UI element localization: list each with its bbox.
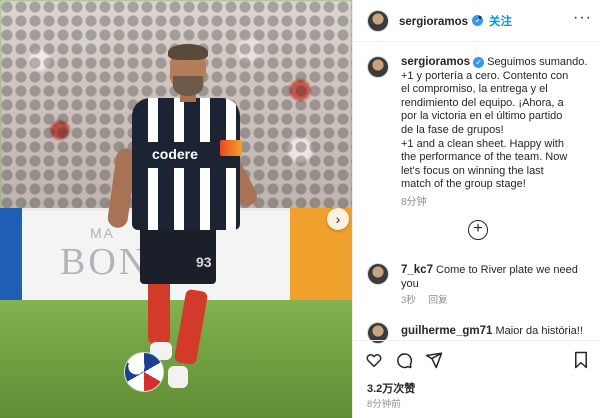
caption-line: let's focus on winning the last — [401, 164, 544, 177]
caption-line: por la victoria en el último partido — [401, 110, 563, 123]
comment-text: you — [401, 277, 419, 290]
captain-armband — [220, 140, 242, 156]
comment-text: Come to River plate we need — [436, 264, 578, 276]
caption-line: the performance of the team. Now — [401, 151, 568, 164]
post-panel: sergioramos ✓ • 关注 ··· sergioramos ✓ Seg… — [352, 0, 600, 418]
post-image[interactable]: MA BONNY 93 codere › — [0, 0, 352, 418]
comment-username[interactable]: 7_kc7 — [401, 264, 433, 276]
caption-username[interactable]: sergioramos — [401, 56, 470, 68]
comment: 7_kc7 Come to River plate we need you 3秒… — [401, 264, 597, 308]
caption-line: match of the group stage! — [401, 178, 526, 191]
player-hair — [168, 44, 208, 60]
caption-line: de la fase de grupos! — [401, 123, 504, 136]
player-shorts — [140, 222, 216, 284]
like-count[interactable]: 3.2万次赞 — [367, 380, 415, 396]
more-options-icon[interactable]: ··· — [573, 9, 592, 27]
author-name-row: sergioramos ✓ — [399, 12, 484, 30]
caption-line: Seguimos sumando. — [487, 56, 588, 68]
jersey-sponsor: codere — [152, 146, 198, 162]
load-more-comments-icon[interactable]: + — [468, 220, 488, 240]
verified-badge-icon: ✓ — [473, 56, 485, 68]
caption-line: rendimiento del equipo. ¡Ahora, a — [401, 96, 564, 109]
author-avatar[interactable] — [367, 10, 389, 32]
share-icon[interactable] — [425, 351, 443, 374]
caption-line: +1 y portería a cero. Contento con — [401, 69, 569, 82]
action-bar — [353, 340, 600, 378]
caption: sergioramos ✓ Seguimos sumando. +1 y por… — [401, 56, 597, 210]
player-right-leg — [173, 288, 209, 366]
next-image-button[interactable]: › — [327, 208, 349, 230]
comment-text: Maior da história!! — [495, 325, 583, 337]
heart-icon[interactable] — [365, 351, 383, 374]
follow-button[interactable]: 关注 — [489, 13, 512, 29]
separator-dot: • — [478, 12, 482, 24]
reply-button[interactable]: 回复 — [428, 295, 447, 306]
caption-time: 8分钟 — [401, 196, 427, 208]
player-beard — [173, 76, 203, 96]
shirt-number: 93 — [196, 254, 212, 270]
caption-avatar[interactable] — [367, 56, 389, 78]
caption-line: el compromiso, la entrega y el — [401, 83, 548, 96]
comment-time: 3秒 — [401, 295, 416, 307]
post-header: sergioramos ✓ • 关注 ··· — [353, 0, 600, 42]
post-timestamp: 8分钟前 — [367, 399, 401, 410]
comment-icon[interactable] — [395, 351, 413, 374]
bookmark-icon[interactable] — [573, 351, 589, 374]
author-username[interactable]: sergioramos — [399, 16, 468, 28]
caption-line: +1 and a clean sheet. Happy with — [401, 137, 564, 150]
comment: guilherme_gm71 Maior da história!! — [401, 325, 597, 339]
comment-meta: 3秒 回复 — [401, 294, 597, 308]
player-right-shoe — [168, 366, 188, 388]
comment-username[interactable]: guilherme_gm71 — [401, 325, 492, 337]
soccer-ball — [124, 352, 164, 392]
player-left-leg — [148, 278, 170, 344]
player: 93 codere — [0, 0, 352, 418]
comment-avatar[interactable] — [367, 263, 389, 285]
